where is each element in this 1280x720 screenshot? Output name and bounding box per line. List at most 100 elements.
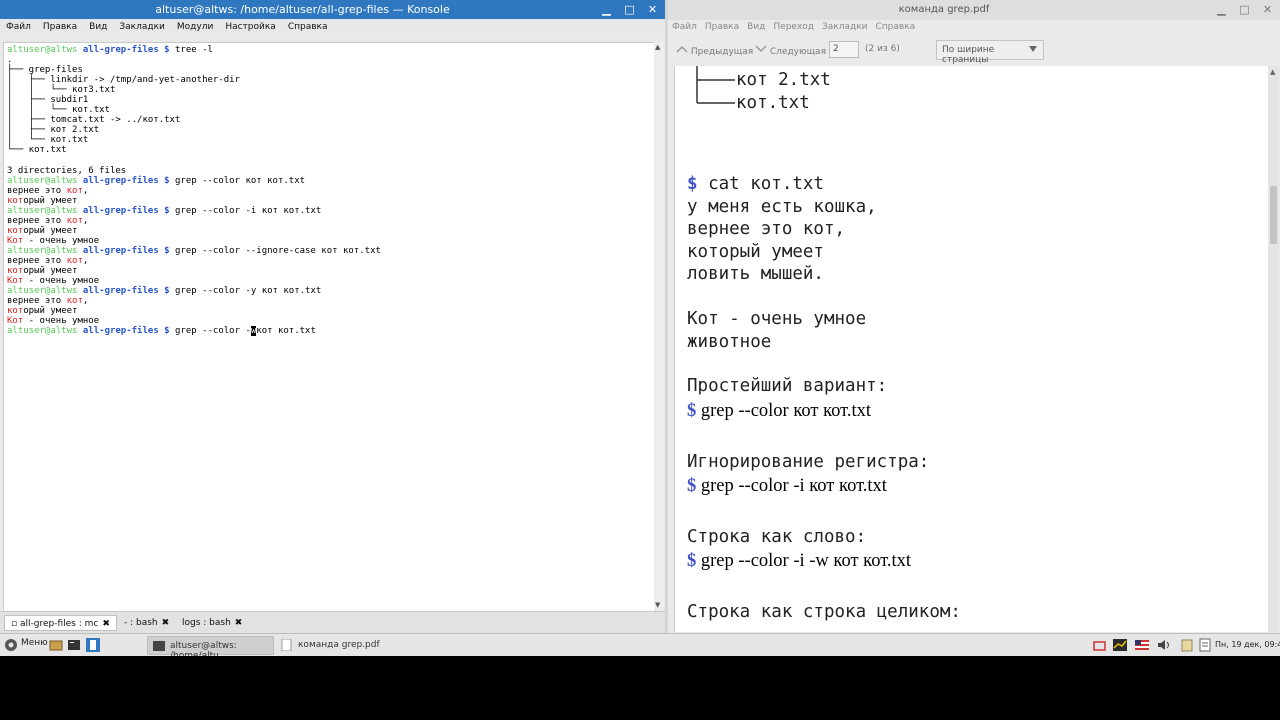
konsole-titlebar[interactable]: altuser@altws: /home/altuser/all-grep-fi… xyxy=(0,0,665,20)
tab-logs[interactable]: logs : bash ✖ xyxy=(176,615,248,631)
terminal-line: который умеет xyxy=(7,195,78,206)
terminal-output[interactable]: altuser@altws all-grep-files $ tree -l .… xyxy=(3,42,656,612)
pdf-text: животное xyxy=(687,332,772,352)
show-desktop-icon[interactable] xyxy=(86,638,100,652)
pdf-menubar: Файл Правка Вид Переход Закладки Справка xyxy=(668,20,1280,36)
task-konsole[interactable]: altuser@altws: /home/altu... xyxy=(147,636,274,656)
tab-close-icon[interactable]: ✖ xyxy=(102,619,110,629)
pdf-command: $ grep --color -i -w кот кот.txt xyxy=(687,551,912,571)
menu-help[interactable]: Справка xyxy=(872,20,920,36)
pdf-scrollbar[interactable]: ▲ xyxy=(1268,66,1279,632)
close-icon[interactable]: ✕ xyxy=(1261,3,1274,16)
terminal-line: Кот - очень умное xyxy=(7,316,100,327)
next-page-button[interactable]: Следующая xyxy=(755,44,826,57)
menu-edit[interactable]: Правка xyxy=(37,19,83,36)
minimize-icon[interactable]: ▁ xyxy=(1215,3,1228,16)
us-flag-icon[interactable] xyxy=(1135,638,1149,652)
scroll-up-icon[interactable]: ▲ xyxy=(655,43,660,51)
konsole-title: altuser@altws: /home/altuser/all-grep-fi… xyxy=(155,3,450,16)
terminal-line: │ ├── subdir1 xyxy=(7,95,89,106)
chevron-down-icon xyxy=(1029,46,1037,52)
terminal-command: grep --color кот кот.txt xyxy=(175,175,306,186)
app-menu-button[interactable]: Меню xyxy=(21,638,48,648)
network-icon[interactable] xyxy=(1093,638,1107,652)
menu-view[interactable]: Вид xyxy=(83,19,113,36)
menu-bookmarks[interactable]: Закладки xyxy=(113,19,171,36)
close-icon[interactable]: ✕ xyxy=(646,3,659,16)
zoom-select[interactable]: По ширине страницы xyxy=(936,40,1044,65)
terminal-line: │ ├── кот 2.txt xyxy=(7,125,100,136)
pdf-viewer-window[interactable]: команда grep.pdf ▁ □ ✕ Файл Правка Вид П… xyxy=(668,0,1280,633)
menu-bookmarks[interactable]: Закладки xyxy=(818,20,872,36)
terminal-line: │ └── кот.txt xyxy=(7,135,89,146)
konsole-tabbar: ▫ all-grep-files : mc ✖ - : bash ✖ logs : … xyxy=(0,611,665,634)
prompt: altuser@altws all-grep-files $ xyxy=(7,45,170,55)
updates-icon[interactable] xyxy=(1198,638,1212,652)
scroll-thumb[interactable] xyxy=(1270,186,1277,244)
prompt: altuser@altws all-grep-files $ xyxy=(7,286,170,297)
menu-help[interactable]: Справка xyxy=(282,19,334,36)
document-icon xyxy=(281,639,292,651)
minimize-icon[interactable]: ▁ xyxy=(600,3,613,16)
pdf-command: $ grep --color кот кот.txt xyxy=(687,401,871,421)
menu-edit[interactable]: Правка xyxy=(701,20,743,36)
terminal-line: вернее это кот, xyxy=(7,185,89,196)
terminal-current-command[interactable]: grep --color -wкот кот.txt xyxy=(175,326,316,337)
pdf-page[interactable]: кот 2.txt кот.txt $ cat кот.txt у меня е… xyxy=(674,66,1268,632)
page-number-input[interactable]: 2 xyxy=(829,41,859,58)
up-arrow-icon xyxy=(676,45,688,53)
volume-icon[interactable] xyxy=(1157,638,1171,652)
terminal-icon xyxy=(153,641,165,651)
pdf-titlebar[interactable]: команда grep.pdf ▁ □ ✕ xyxy=(668,0,1280,20)
terminal-line: который умеет xyxy=(7,225,78,236)
terminal-line: └── кот.txt xyxy=(7,145,67,156)
pdf-text: вернее это кот, xyxy=(687,219,846,239)
terminal-line: Кот - очень умное xyxy=(7,276,100,287)
chart-icon[interactable] xyxy=(1113,638,1127,652)
terminal-line: который умеет xyxy=(7,306,78,317)
menu-file[interactable]: Файл xyxy=(0,19,37,36)
terminal-command: grep --color --ignore-case кот кот.txt xyxy=(175,245,381,256)
terminal-line: │ │ └── кот3.txt xyxy=(7,85,116,96)
menu-plugins[interactable]: Модули xyxy=(171,19,219,36)
pdf-heading: Строка как строка целиком: xyxy=(687,602,961,622)
konsole-menubar: Файл Правка Вид Закладки Модули Настройк… xyxy=(0,19,665,36)
file-manager-icon[interactable] xyxy=(49,638,63,652)
task-pdf-viewer[interactable]: команда grep.pdf xyxy=(276,636,406,655)
menu-view[interactable]: Вид xyxy=(743,20,769,36)
menu-settings[interactable]: Настройка xyxy=(219,19,282,36)
maximize-icon[interactable]: □ xyxy=(623,3,636,16)
scroll-up-icon[interactable]: ▲ xyxy=(1270,68,1275,76)
terminal-line: │ │ └── кот.txt xyxy=(7,105,110,116)
pdf-text: кот 2.txt xyxy=(736,70,831,90)
clock[interactable]: Пн, 19 дек, 09:46 xyxy=(1215,640,1280,649)
konsole-window[interactable]: altuser@altws: /home/altuser/all-grep-fi… xyxy=(0,0,665,634)
menu-file[interactable]: Файл xyxy=(668,20,701,36)
clipboard-icon[interactable] xyxy=(1180,638,1194,652)
pdf-heading: Игнорирование регистра: xyxy=(687,452,930,472)
tab-all-grep-files[interactable]: ▫ all-grep-files : mc ✖ xyxy=(4,615,117,631)
app-menu-icon[interactable] xyxy=(4,638,18,652)
maximize-icon[interactable]: □ xyxy=(1238,3,1251,16)
tab-close-icon[interactable]: ✖ xyxy=(235,618,243,628)
terminal-line: │ ├── tomcat.txt -> ../кот.txt xyxy=(7,115,181,126)
terminal-command: grep --color -i кот кот.txt xyxy=(175,205,322,216)
terminal-line: Кот - очень умное xyxy=(7,235,100,246)
tab-bash[interactable]: - : bash ✖ xyxy=(118,615,175,631)
prompt: altuser@altws all-grep-files $ xyxy=(7,245,170,256)
desktop: altuser@altws: /home/altuser/all-grep-fi… xyxy=(0,0,1280,656)
pdf-title: команда grep.pdf xyxy=(898,4,990,15)
page-count: (2 из 6) xyxy=(865,44,900,54)
tab-close-icon[interactable]: ✖ xyxy=(162,618,170,628)
terminal-scrollbar[interactable]: ▲ ▼ xyxy=(654,42,664,610)
scroll-down-icon[interactable]: ▼ xyxy=(655,601,660,609)
down-arrow-icon xyxy=(755,45,767,53)
terminal-line: вернее это кот, xyxy=(7,215,89,226)
menu-go[interactable]: Переход xyxy=(769,20,818,36)
terminal-line: вернее это кот, xyxy=(7,296,89,307)
prev-page-button[interactable]: Предыдущая xyxy=(676,44,753,57)
terminal-command: tree -l xyxy=(175,45,213,55)
taskbar: Меню altuser@altws: /home/altu... команд… xyxy=(0,633,1280,656)
tab-icon: ▫ xyxy=(11,619,18,629)
terminal-icon[interactable] xyxy=(67,638,81,652)
